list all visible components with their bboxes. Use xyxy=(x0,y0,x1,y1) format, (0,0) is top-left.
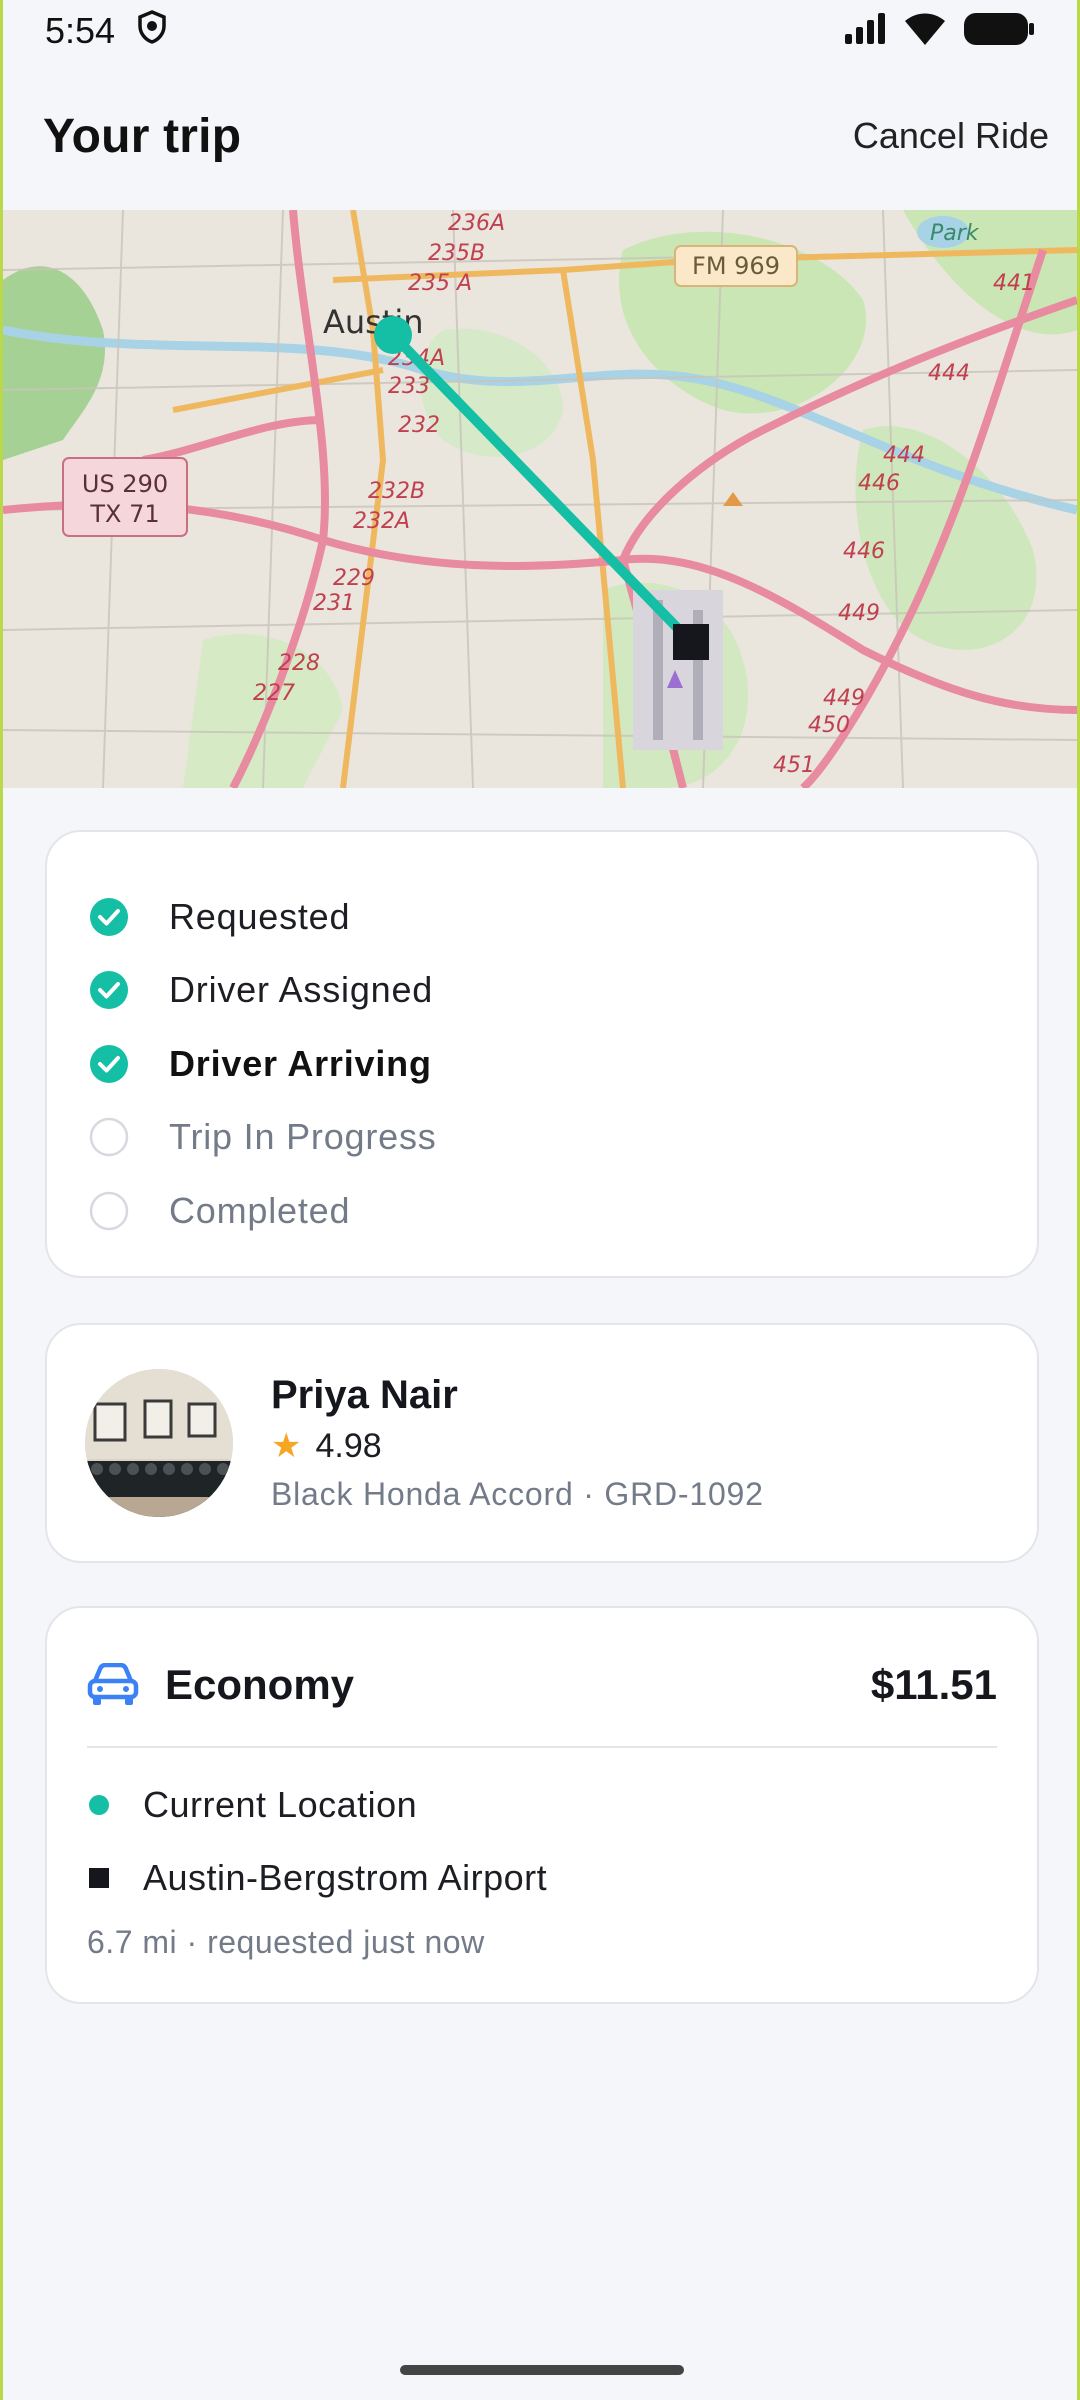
svg-text:229: 229 xyxy=(333,566,375,591)
rating-value: 4.98 xyxy=(315,1426,382,1465)
svg-text:235 A: 235 A xyxy=(408,271,472,296)
wifi-icon xyxy=(903,11,947,52)
trip-details-card: Economy $11.51 Current Location Austin-B… xyxy=(45,1606,1039,2004)
driver-rating: ★ 4.98 xyxy=(271,1426,764,1466)
svg-text:232A: 232A xyxy=(353,509,410,534)
empty-circle-icon xyxy=(89,1191,129,1230)
check-circle-icon xyxy=(90,1044,128,1083)
step-label: Driver Assigned xyxy=(169,969,434,1011)
star-icon: ★ xyxy=(271,1427,302,1465)
pickup-text: Current Location xyxy=(143,1783,418,1825)
trip-status-card: Requested Driver Assigned Driver Arrivin… xyxy=(45,830,1039,1278)
svg-text:232: 232 xyxy=(398,413,440,438)
map-road-label: FM 969 xyxy=(692,252,780,280)
svg-text:228: 228 xyxy=(278,651,320,676)
trip-price: $11.51 xyxy=(870,1661,997,1708)
pickup-marker xyxy=(374,316,412,354)
dropoff-marker xyxy=(673,624,709,660)
svg-text:451: 451 xyxy=(773,753,815,778)
check-circle-icon xyxy=(90,897,128,936)
ride-class: Economy xyxy=(165,1661,355,1708)
trip-meta: 6.7 mi · requested just now xyxy=(87,1924,485,1960)
pickup-dot-icon xyxy=(89,1794,109,1815)
signal-icon xyxy=(843,12,887,51)
pickup-location: Current Location xyxy=(87,1768,997,1841)
svg-text:444: 444 xyxy=(883,443,925,468)
step-requested: Requested xyxy=(89,880,1037,954)
battery-icon xyxy=(963,11,1035,52)
status-bar: 5:54 xyxy=(3,0,1077,62)
status-time: 5:54 xyxy=(45,10,116,51)
svg-text:236A: 236A xyxy=(448,211,505,236)
svg-text:232B: 232B xyxy=(368,479,425,504)
app-header: Your trip Cancel Ride xyxy=(3,62,1077,210)
check-circle-icon xyxy=(90,971,128,1010)
divider xyxy=(87,1746,997,1748)
step-trip-in-progress: Trip In Progress xyxy=(89,1101,1037,1175)
dropoff-square-icon xyxy=(89,1867,109,1888)
svg-text:449: 449 xyxy=(838,601,880,626)
route-map[interactable]: 236A235B235 A 234A233232 232B232A229 231… xyxy=(3,210,1077,788)
step-driver-assigned: Driver Assigned xyxy=(89,954,1037,1028)
map-tx-label: TX 71 xyxy=(89,500,159,528)
dropoff-text: Austin-Bergstrom Airport xyxy=(143,1856,548,1898)
map-us-label: US 290 xyxy=(82,470,168,498)
home-indicator[interactable] xyxy=(400,2365,684,2375)
svg-text:446: 446 xyxy=(858,471,900,496)
driver-card[interactable]: Priya Nair ★ 4.98 Black Honda Accord · G… xyxy=(45,1323,1039,1563)
cancel-ride-button[interactable]: Cancel Ride xyxy=(853,115,1049,157)
car-icon xyxy=(87,1663,139,1705)
svg-text:444: 444 xyxy=(928,361,970,386)
step-completed: Completed xyxy=(89,1174,1037,1248)
svg-text:441: 441 xyxy=(993,271,1035,296)
svg-text:446: 446 xyxy=(843,539,885,564)
svg-text:Park: Park xyxy=(930,221,980,246)
step-label: Trip In Progress xyxy=(169,1116,437,1158)
svg-text:231: 231 xyxy=(313,591,355,616)
dropoff-location: Austin-Bergstrom Airport xyxy=(87,1841,997,1914)
svg-text:449: 449 xyxy=(823,686,865,711)
svg-text:450: 450 xyxy=(808,713,850,738)
empty-circle-icon xyxy=(89,1118,129,1157)
driver-name: Priya Nair xyxy=(271,1373,458,1417)
svg-text:235B: 235B xyxy=(428,241,485,266)
step-driver-arriving: Driver Arriving xyxy=(89,1027,1037,1101)
shield-icon xyxy=(137,9,167,53)
page-title: Your trip xyxy=(43,109,242,163)
vehicle-info: Black Honda Accord · GRD-1092 xyxy=(271,1476,764,1512)
svg-text:233: 233 xyxy=(388,374,430,399)
step-label: Completed xyxy=(169,1189,351,1231)
step-label: Driver Arriving xyxy=(169,1042,432,1084)
svg-text:227: 227 xyxy=(253,681,295,706)
driver-avatar xyxy=(85,1369,233,1517)
step-label: Requested xyxy=(169,895,351,937)
